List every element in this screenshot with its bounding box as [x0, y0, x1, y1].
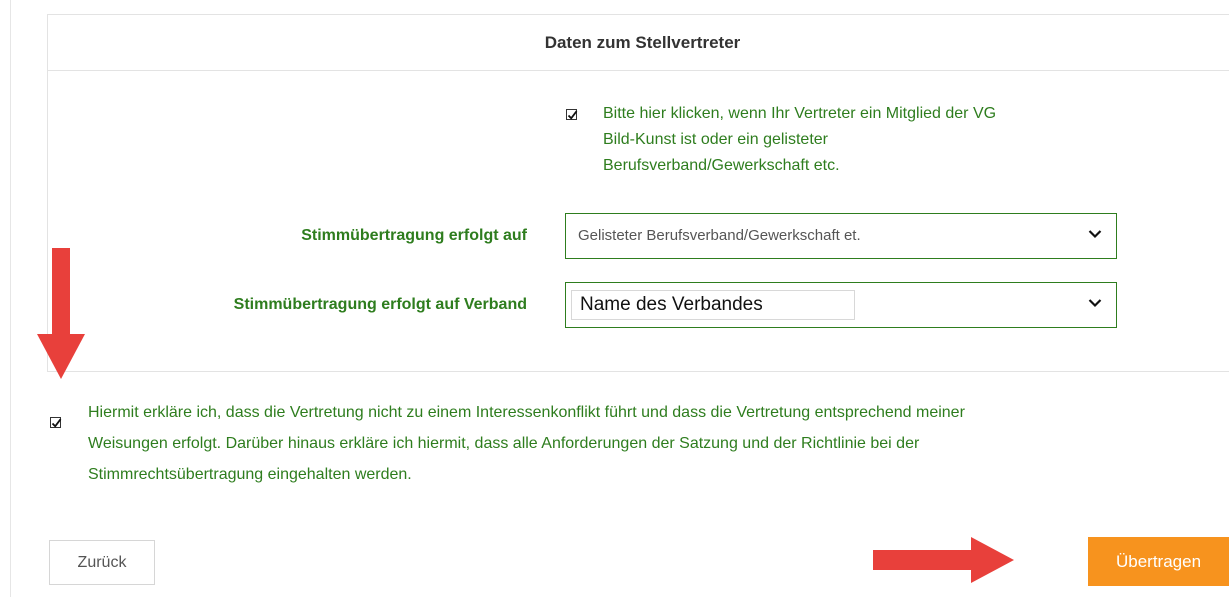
declaration-checkbox[interactable]: [50, 417, 62, 428]
checkmark-icon: [51, 418, 62, 428]
vote-transfer-label: Stimmübertragung erfolgt auf: [301, 227, 527, 244]
red-arrow-down-icon: [37, 248, 85, 379]
declaration-line-3: Stimmrechtsübertragung eingehalten werde…: [88, 466, 412, 483]
representative-label-line-1: Bitte hier klicken, wenn Ihr Vertreter e…: [603, 105, 997, 122]
representative-label-line-2: Bild-Kunst ist oder ein gelisteter: [603, 131, 828, 148]
back-button[interactable]: Zurück: [49, 540, 155, 585]
submit-button[interactable]: Übertragen: [1088, 537, 1229, 586]
association-name-field[interactable]: Name des Verbandes: [571, 290, 855, 320]
red-arrow-right-icon: [873, 537, 1014, 583]
panel-title: Daten zum Stellvertreter: [48, 15, 1229, 71]
declaration-line-2: Weisungen erfolgt. Darüber hinaus erklär…: [88, 435, 920, 452]
declaration-line-1: Hiermit erkläre ich, dass die Vertretung…: [88, 404, 965, 421]
chevron-down-icon: [1088, 299, 1102, 308]
vote-transfer-selected-value: Gelisteter Berufsverband/Gewerkschaft et…: [578, 227, 861, 244]
representative-member-checkbox[interactable]: [566, 109, 578, 120]
vote-transfer-select[interactable]: Gelisteter Berufsverband/Gewerkschaft et…: [565, 213, 1117, 259]
chevron-down-icon: [1088, 230, 1102, 239]
checkmark-icon: [567, 110, 578, 120]
page-left-border: [10, 0, 11, 597]
representative-label-line-3: Berufsverband/Gewerkschaft etc.: [603, 157, 840, 174]
vote-transfer-association-select[interactable]: Name des Verbandes: [565, 282, 1117, 328]
declaration-label: Hiermit erkläre ich, dass die Vertretung…: [88, 397, 1188, 490]
representative-member-label: Bitte hier klicken, wenn Ihr Vertreter e…: [603, 101, 1103, 179]
vote-transfer-association-label: Stimmübertragung erfolgt auf Verband: [233, 296, 527, 313]
